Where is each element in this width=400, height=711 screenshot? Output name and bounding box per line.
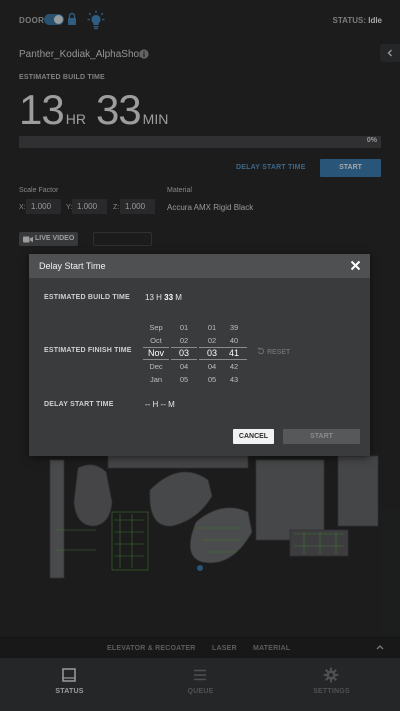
dialog-delay-value: -- H -- M bbox=[145, 400, 175, 409]
close-icon[interactable] bbox=[350, 260, 361, 271]
day-option: 02 bbox=[179, 336, 189, 345]
minute-option: 39 bbox=[229, 323, 239, 332]
dialog-header: Delay Start Time bbox=[29, 254, 370, 278]
day-option: 05 bbox=[179, 375, 189, 384]
month-option: Oct bbox=[150, 336, 162, 345]
month-picker[interactable]: Sep Oct Nov Dec Jan bbox=[143, 321, 169, 386]
minute-selected: 41 bbox=[221, 347, 247, 360]
dialog-est-build-label: ESTIMATED BUILD TIME bbox=[44, 294, 130, 301]
reset-label: RESET bbox=[267, 349, 291, 356]
month-option: Dec bbox=[149, 362, 163, 371]
month-option: Sep bbox=[149, 323, 163, 332]
day-picker[interactable]: 01 02 03 04 05 bbox=[171, 321, 197, 386]
day-selected: 03 bbox=[171, 347, 197, 360]
day-option: 04 bbox=[179, 362, 189, 371]
dialog-title: Delay Start Time bbox=[39, 261, 106, 271]
dialog-start-button[interactable]: START bbox=[283, 429, 360, 444]
day-option: 01 bbox=[179, 323, 189, 332]
undo-icon bbox=[257, 347, 265, 355]
month-option: Jan bbox=[149, 375, 163, 384]
cancel-button[interactable]: CANCEL bbox=[233, 429, 274, 444]
minute-option: 40 bbox=[229, 336, 239, 345]
month-selected: Nov bbox=[143, 347, 169, 360]
delay-start-dialog: Delay Start Time ESTIMATED BUILD TIME 13… bbox=[29, 254, 370, 456]
minute-option: 42 bbox=[229, 362, 239, 371]
dialog-est-build-value: 13 H 33 M bbox=[145, 293, 182, 302]
dialog-finish-label: ESTIMATED FINISH TIME bbox=[44, 347, 132, 354]
reset-button[interactable]: RESET bbox=[257, 347, 290, 356]
dialog-delay-label: DELAY START TIME bbox=[44, 401, 114, 408]
minute-option: 43 bbox=[229, 375, 239, 384]
minute-picker[interactable]: 39 40 41 42 43 bbox=[221, 321, 247, 386]
